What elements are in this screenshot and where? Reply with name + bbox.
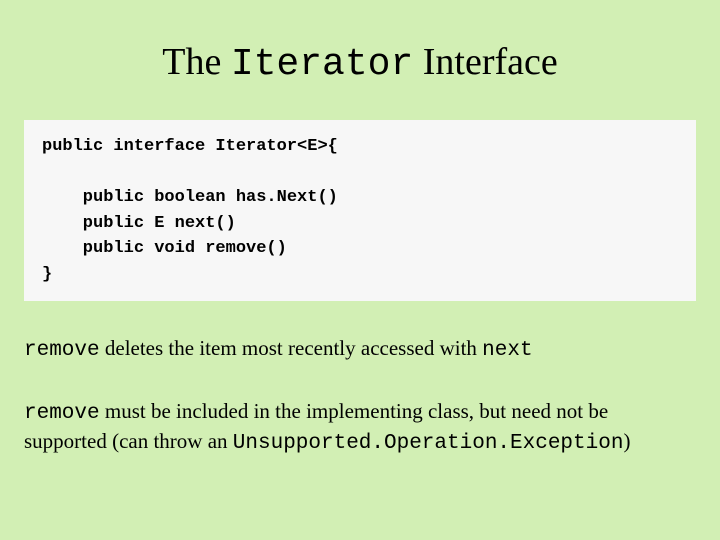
- code-block: public interface Iterator<E>{ public boo…: [24, 120, 696, 301]
- p2-code2: Unsupported.Operation.Exception: [233, 432, 624, 455]
- p1-code1: remove: [24, 339, 100, 362]
- p2-text2: ): [623, 429, 630, 453]
- code-line-3: public E next(): [42, 214, 236, 233]
- title-part1: The: [162, 41, 231, 83]
- p1-code2: next: [482, 339, 532, 362]
- title-code: Iterator: [231, 43, 413, 86]
- p2-code1: remove: [24, 402, 100, 425]
- slide-title: The Iterator Interface: [0, 40, 720, 86]
- code-line-2: public boolean has.Next(): [42, 188, 338, 207]
- paragraph-1: remove deletes the item most recently ac…: [24, 335, 696, 364]
- p1-text1: deletes the item most recently accessed …: [100, 336, 483, 360]
- slide: The Iterator Interface public interface …: [0, 40, 720, 540]
- code-line-4: public void remove(): [42, 239, 287, 258]
- paragraph-2: remove must be included in the implement…: [24, 398, 696, 457]
- title-part2: Interface: [413, 41, 558, 83]
- code-line-5: }: [42, 265, 52, 284]
- code-line-1: public interface Iterator<E>{: [42, 137, 338, 156]
